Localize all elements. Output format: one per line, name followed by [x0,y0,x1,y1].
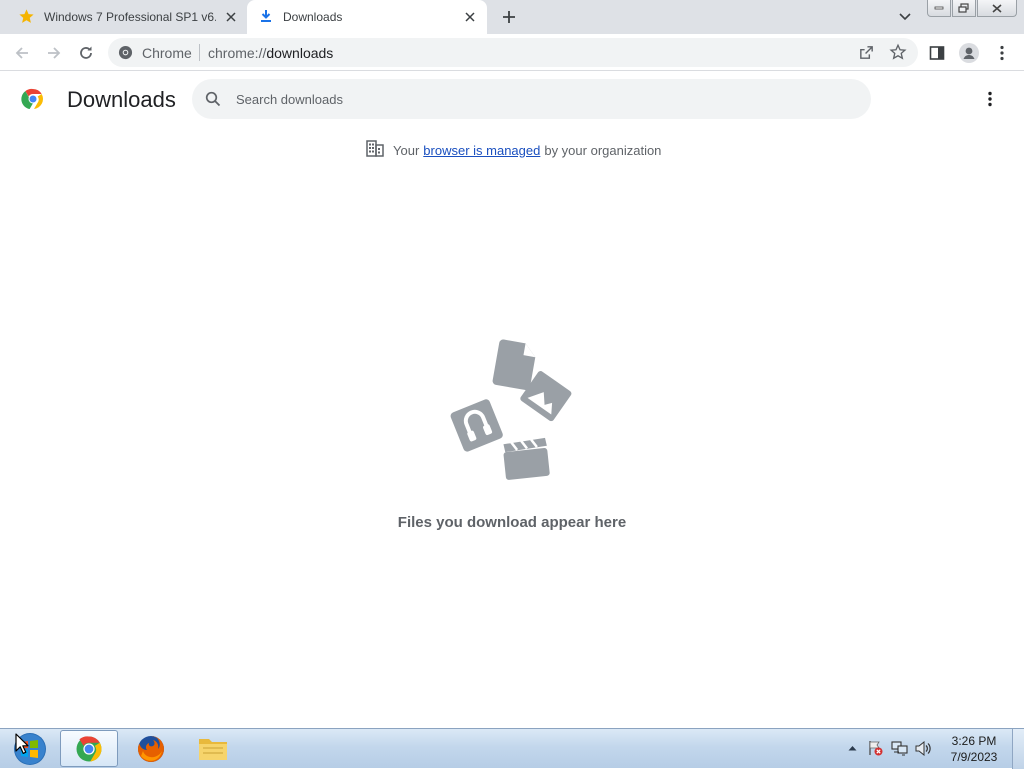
volume-icon[interactable] [914,739,932,757]
bookmark-star-icon[interactable] [889,43,907,66]
new-tab-button[interactable] [499,7,519,27]
browser-toolbar: Chrome chrome://downloads [0,34,1024,71]
url-path: downloads [266,45,334,61]
side-panel-icon[interactable] [926,42,948,64]
more-actions-icon[interactable] [981,88,999,110]
share-icon[interactable] [858,44,875,66]
chrome-icon [76,735,102,761]
tab-title: Windows 7 Professional SP1 v6.1 [44,10,216,24]
close-icon[interactable] [462,9,478,25]
document-icon [492,339,536,391]
firefox-icon [138,735,164,762]
search-icon[interactable] [205,91,221,112]
page-title: Downloads [67,87,176,112]
site-label: Chrome [142,45,192,61]
tab-search-button[interactable] [896,8,914,26]
divider [199,44,200,61]
back-button[interactable] [11,42,33,64]
chrome-menu-icon[interactable] [991,42,1013,64]
window-controls [927,0,1018,18]
taskbar-firefox[interactable] [122,730,180,767]
windows-taskbar: 3:26 PM 7/9/2023 [0,728,1024,769]
video-icon [503,437,550,480]
folder-icon [199,738,227,760]
managed-notice: Your browser is managed by your organiza… [366,140,661,160]
tab-strip: Windows 7 Professional SP1 v6.1 Download… [0,0,1024,34]
system-clock[interactable]: 3:26 PM 7/9/2023 [944,733,1004,765]
downloads-page: Downloads Your browser is managed by you… [0,72,1024,728]
close-window-button[interactable] [977,0,1017,17]
minimize-button[interactable] [927,0,951,17]
empty-state-message: Files you download appear here [397,514,627,531]
empty-downloads-illustration [446,334,576,489]
clock-time: 3:26 PM [951,734,997,748]
url-scheme: chrome:// [208,45,267,61]
mouse-cursor-icon [15,733,29,760]
tab-downloads[interactable]: Downloads [247,0,487,34]
search-input[interactable] [236,89,836,109]
show-desktop-button[interactable] [1012,729,1024,769]
taskbar-chrome[interactable] [60,730,118,767]
search-bar [192,79,871,119]
address-bar[interactable]: Chrome chrome://downloads [108,38,918,67]
download-icon [259,9,273,26]
profile-avatar[interactable] [958,42,980,64]
clock-date: 7/9/2023 [950,750,998,764]
music-icon [450,399,503,452]
tab-windows7[interactable]: Windows 7 Professional SP1 v6.1 [8,0,246,34]
url-text[interactable]: chrome://downloads [208,45,333,61]
star-icon [18,8,35,28]
managed-suffix: by your organization [544,142,662,158]
forward-button[interactable] [43,42,65,64]
action-center-icon[interactable] [866,739,884,757]
chrome-site-icon[interactable] [118,45,133,65]
taskbar-explorer[interactable] [184,730,242,767]
tab-title: Downloads [283,10,343,24]
reload-button[interactable] [75,42,97,64]
building-icon [366,140,384,160]
show-hidden-icons-button[interactable] [843,739,861,757]
close-icon[interactable] [223,9,239,25]
network-icon[interactable] [890,739,908,757]
chrome-logo-icon [21,87,45,116]
browser-managed-link[interactable]: browser is managed [423,143,540,158]
restore-button[interactable] [952,0,976,17]
managed-prefix: Your [393,142,420,158]
